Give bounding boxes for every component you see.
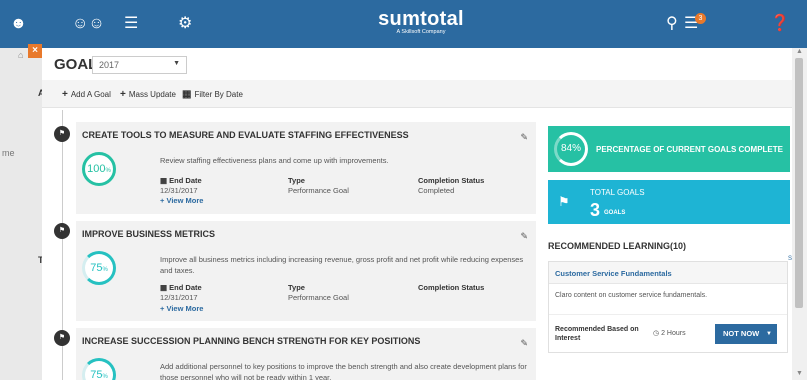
goal-progress-ring: 75% — [82, 251, 116, 285]
goal-card[interactable]: INCREASE SUCCESSION PLANNING BENCH STREN… — [76, 328, 536, 380]
goal-percent: 75 — [90, 262, 103, 274]
percent-complete-label: PERCENTAGE OF CURRENT GOALS COMPLETE — [596, 145, 783, 154]
help-icon[interactable]: ❓ — [770, 14, 790, 34]
goal-progress-ring: 75% — [82, 358, 116, 380]
notification-badge: 3 — [695, 13, 706, 24]
calendar-icon: ▦ — [160, 176, 170, 185]
end-date-label: End Date — [169, 283, 202, 292]
search-icon[interactable]: ⚲ — [666, 14, 678, 34]
user-icon[interactable]: ☻ — [10, 14, 27, 34]
library-icon[interactable]: ☰ — [124, 14, 138, 34]
calendar-icon: ▦ — [182, 89, 192, 100]
recommended-course-card: Customer Service Fundamentals Claro cont… — [548, 261, 788, 353]
close-button[interactable]: × — [28, 44, 42, 58]
total-goals-value: 3 — [590, 200, 601, 220]
not-now-label: NOT NOW — [723, 329, 760, 338]
total-goals-card: ⚑ TOTAL GOALS 3 GOALS — [548, 180, 790, 224]
top-navigation: ☻ ☺☺ ☰ ⚙ sumtotal A Skillsoft Company ⚲ … — [0, 0, 807, 48]
recommendation-basis: Recommended Based on Interest — [555, 326, 639, 342]
chevron-down-icon[interactable]: ▼ — [766, 324, 772, 344]
course-footer: Recommended Based on Interest ◷ 2 Hours … — [549, 314, 787, 354]
end-date-label: End Date — [169, 176, 202, 185]
scroll-up-icon[interactable]: ▲ — [796, 48, 803, 55]
plus-icon: + — [62, 89, 68, 100]
modal-scrollbar[interactable]: ▲ ▼ — [792, 48, 807, 380]
goal-percent-symbol: % — [105, 168, 111, 174]
goal-percent: 75 — [90, 369, 103, 380]
goal-title[interactable]: CREATE TOOLS TO MEASURE AND EVALUATE STA… — [82, 130, 409, 140]
goal-card[interactable]: IMPROVE BUSINESS METRICS ✎ 75% Improve a… — [76, 221, 536, 321]
flag-icon: ⚑ — [54, 330, 70, 346]
goal-title[interactable]: IMPROVE BUSINESS METRICS — [82, 229, 215, 239]
calendar-icon: ▦ — [160, 283, 170, 292]
add-goal-button[interactable]: + Add A Goal — [62, 89, 111, 100]
flag-icon: ⚑ — [54, 223, 70, 239]
goal-description: Improve all business metrics including i… — [160, 255, 524, 275]
status-value: Completed — [418, 186, 455, 195]
add-goal-label: Add A Goal — [70, 90, 111, 99]
goal-card[interactable]: CREATE TOOLS TO MEASURE AND EVALUATE STA… — [76, 122, 536, 214]
goals-modal: GOALS 2017 ▼ + Add A Goal + Mass Update ▦ F… — [42, 48, 792, 380]
goal-end-date: ▦ End Date 12/31/2017 — [160, 283, 202, 303]
filter-by-date-label: Filter By Date — [194, 90, 243, 99]
goal-description: Add additional personnel to key position… — [160, 362, 527, 380]
clock-icon: ◷ — [653, 330, 662, 337]
mass-update-button[interactable]: + Mass Update — [120, 89, 176, 100]
sumtotal-logo: sumtotal A Skillsoft Company — [366, 8, 476, 35]
total-goals-unit: GOALS — [604, 210, 626, 216]
course-duration: ◷ 2 Hours — [653, 329, 686, 337]
year-select[interactable]: 2017 ▼ — [92, 56, 187, 74]
goal-percent-symbol: % — [102, 267, 108, 273]
year-select-value: 2017 — [99, 60, 120, 70]
type-value: Performance Goal — [288, 186, 349, 195]
total-goals-label: TOTAL GOALS — [590, 188, 645, 197]
pencil-icon[interactable]: ✎ — [520, 231, 528, 242]
pencil-icon[interactable]: ✎ — [520, 132, 528, 143]
view-more-link[interactable]: + View More — [160, 196, 203, 205]
view-more-link[interactable]: + View More — [160, 304, 203, 313]
end-date-value: 12/31/2017 — [160, 186, 198, 195]
goal-status: Completion Status Completed — [418, 176, 484, 196]
goal-percent: 100 — [87, 163, 106, 175]
course-header: Customer Service Fundamentals — [549, 262, 787, 284]
flag-icon: ⚑ — [54, 126, 70, 142]
end-date-value: 12/31/2017 — [160, 293, 198, 302]
admin-icon[interactable]: ⚙ — [178, 14, 192, 34]
plus-icon: + — [120, 89, 126, 100]
goal-title[interactable]: INCREASE SUCCESSION PLANNING BENCH STREN… — [82, 336, 420, 346]
goals-toolbar: + Add A Goal + Mass Update ▦ Filter By Date — [42, 80, 792, 108]
course-title-link[interactable]: Customer Service Fundamentals — [555, 269, 672, 278]
status-label: Completion Status — [418, 176, 485, 185]
goal-percent-symbol: % — [102, 374, 108, 380]
home-icon[interactable]: ⌂ — [18, 50, 23, 60]
mass-update-label: Mass Update — [128, 90, 176, 99]
type-label: Type — [288, 283, 305, 292]
goal-status: Completion Status — [418, 283, 484, 293]
pencil-icon[interactable]: ✎ — [520, 338, 528, 349]
goal-type: Type Performance Goal — [288, 176, 349, 196]
background-fragment: me — [2, 148, 15, 158]
scrollbar-thumb[interactable] — [795, 58, 803, 308]
flag-icon: ⚑ — [558, 194, 570, 209]
users-icon[interactable]: ☺☺ — [72, 14, 105, 34]
not-now-button[interactable]: NOT NOW ▼ — [715, 324, 777, 344]
percent-complete-card: 84% PERCENTAGE OF CURRENT GOALS COMPLETE — [548, 126, 790, 172]
scroll-down-icon[interactable]: ▼ — [796, 370, 803, 377]
type-value: Performance Goal — [288, 293, 349, 302]
goal-end-date: ▦ End Date 12/31/2017 — [160, 176, 202, 196]
goal-type: Type Performance Goal — [288, 283, 349, 303]
percent-complete-ring: 84% — [554, 132, 588, 166]
recommended-learning-title: RECOMMENDED LEARNING(10) — [548, 241, 687, 251]
chevron-down-icon: ▼ — [173, 60, 180, 67]
logo-wordmark: sumtotal — [378, 8, 464, 30]
goal-progress-ring: 100% — [82, 152, 116, 186]
goal-description: Review staffing effectiveness plans and … — [160, 156, 389, 165]
filter-by-date-button[interactable]: ▦ Filter By Date — [182, 89, 243, 100]
background-sidebar — [0, 48, 42, 380]
duration-value: 2 Hours — [661, 330, 686, 337]
type-label: Type — [288, 176, 305, 185]
course-description: Claro content on customer service fundam… — [555, 292, 708, 299]
status-label: Completion Status — [418, 283, 485, 292]
